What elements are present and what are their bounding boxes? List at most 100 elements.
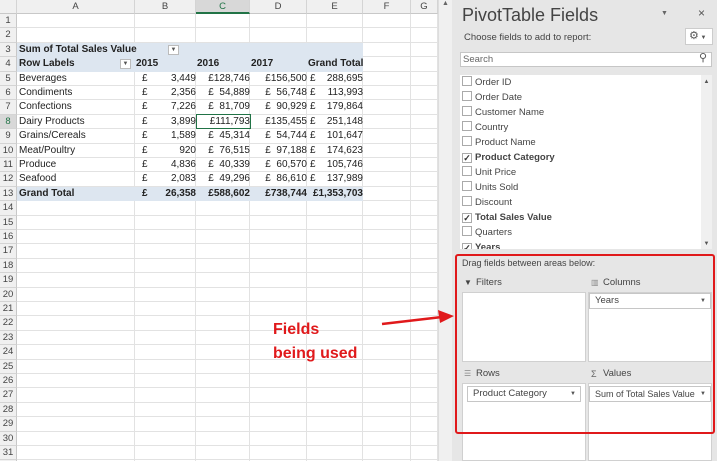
row-header-9[interactable]: 9 [0,129,17,144]
row-header-28[interactable]: 28 [0,402,17,418]
column-header-A[interactable]: A [17,0,135,14]
row-header-3[interactable]: 3 [0,42,17,58]
field-item[interactable]: Unit Price [462,165,516,180]
value-cell[interactable]: £588,602 [208,187,250,201]
value-cell[interactable]: 4,836 [171,158,196,172]
row-header-24[interactable]: 24 [0,345,17,360]
value-cell[interactable]: 179,864 [327,100,363,114]
value-cell[interactable]: 105,746 [327,158,363,172]
column-header-F[interactable]: F [363,0,411,14]
row-header-12[interactable]: 12 [0,172,17,187]
spreadsheet-grid[interactable]: A B C D E F G 1 2 3 4 5 6 7 8 9 10 11 12 13 14 15 16 17 18 19 20 21… [0,0,438,461]
vertical-scrollbar[interactable]: ▲ [438,0,452,461]
row-header-25[interactable]: 25 [0,359,17,374]
value-cell[interactable]: 7,226 [171,100,196,114]
field-item[interactable]: Quarters [462,225,512,240]
value-cell[interactable]: 113,993 [328,86,363,100]
value-cell[interactable]: £738,744 [265,187,307,201]
checkbox[interactable] [462,166,472,176]
value-cell[interactable]: 2,083 [171,172,196,186]
value-cell[interactable]: £ 97,188 [265,144,307,158]
value-cell[interactable]: 1,589 [171,129,196,143]
row-header-22[interactable]: 22 [0,316,17,331]
field-item[interactable]: Discount [462,195,512,210]
value-cell[interactable]: 3,449 [171,72,196,86]
search-input[interactable]: Search [460,52,712,67]
tools-gear-button[interactable]: ⚙ ▼ [685,28,713,45]
row-header-30[interactable]: 30 [0,431,17,446]
filter-dropdown-icon[interactable]: ▼ [168,44,179,55]
field-item[interactable]: ✓ Years [462,240,500,249]
value-cell[interactable]: £ 76,515 [208,144,250,158]
row-header-18[interactable]: 18 [0,258,17,274]
value-cell[interactable]: £ 49,296 [208,172,250,186]
row-header-7[interactable]: 7 [0,100,17,115]
row-header-8[interactable]: 8 [0,114,17,130]
row-header-5[interactable]: 5 [0,71,17,86]
checkbox[interactable] [462,181,472,191]
value-cell[interactable]: £ 45,314 [208,129,250,143]
field-item[interactable]: Country [462,120,508,135]
column-header-G[interactable]: G [411,0,438,14]
column-header-D[interactable]: D [250,0,307,14]
value-cell[interactable]: £ 86,610 [265,172,307,186]
checkbox[interactable] [462,91,472,101]
row-header-21[interactable]: 21 [0,302,17,317]
value-cell[interactable]: 137,989 [327,172,363,186]
value-cell[interactable]: 26,358 [165,187,196,201]
checkbox[interactable]: ✓ [462,213,472,223]
value-cell[interactable]: 3,899 [171,115,196,129]
value-cell[interactable]: £ 40,339 [208,158,250,172]
row-header-23[interactable]: 23 [0,330,17,346]
checkbox[interactable] [462,136,472,146]
checkbox[interactable]: ✓ [462,153,472,163]
row-header-20[interactable]: 20 [0,287,17,302]
row-header-15[interactable]: 15 [0,215,17,230]
row-header-26[interactable]: 26 [0,374,17,389]
row-header-6[interactable]: 6 [0,86,17,101]
field-item[interactable]: Product Name [462,135,536,150]
field-list-scrollbar[interactable]: ▲ ▼ [701,75,712,249]
row-header-1[interactable]: 1 [0,14,17,29]
field-item[interactable]: Order Date [462,90,522,105]
field-item[interactable]: ✓ Product Category [462,150,555,165]
row-header-2[interactable]: 2 [0,28,17,43]
field-item[interactable]: Order ID [462,75,511,90]
row-labels-dropdown-icon[interactable]: ▼ [120,59,131,70]
value-cell[interactable]: 920 [179,144,196,158]
close-icon[interactable]: × [698,6,705,20]
value-cell[interactable]: £ 56,748 [265,86,307,100]
row-header-27[interactable]: 27 [0,388,17,403]
column-header-E[interactable]: E [307,0,363,14]
row-header-17[interactable]: 17 [0,244,17,259]
search-icon[interactable]: ⚲ [699,51,707,64]
value-cell[interactable]: 251,148 [327,115,363,129]
row-header-11[interactable]: 11 [0,158,17,173]
pane-options-chevron-icon[interactable]: ▼ [661,10,668,17]
checkbox[interactable] [462,121,472,131]
row-header-10[interactable]: 10 [0,143,17,158]
value-cell[interactable]: £156,500 [265,72,307,86]
select-all-corner[interactable] [0,0,17,14]
value-cell[interactable]: £ 54,744 [265,129,307,143]
column-header-B[interactable]: B [135,0,196,14]
checkbox[interactable] [462,106,472,116]
value-cell[interactable]: 2,356 [171,86,196,100]
value-cell[interactable]: 101,647 [327,129,363,143]
scroll-up-icon[interactable]: ▲ [439,0,452,7]
checkbox[interactable]: ✓ [462,243,472,249]
field-item[interactable]: ✓ Total Sales Value [462,210,552,225]
row-header-4[interactable]: 4 [0,57,17,72]
value-cell[interactable]: £ 60,570 [265,158,307,172]
checkbox[interactable] [462,76,472,86]
value-cell[interactable]: 288,695 [327,72,363,86]
value-cell[interactable]: £135,455 [265,115,307,129]
row-header-29[interactable]: 29 [0,417,17,432]
value-cell[interactable]: £ 81,709 [208,100,250,114]
column-header-C[interactable]: C [196,0,250,14]
row-header-14[interactable]: 14 [0,201,17,216]
value-cell[interactable]: £ 90,929 [265,100,307,114]
field-item[interactable]: Customer Name [462,105,544,120]
value-cell[interactable]: £128,746 [208,72,250,86]
checkbox[interactable] [462,196,472,206]
